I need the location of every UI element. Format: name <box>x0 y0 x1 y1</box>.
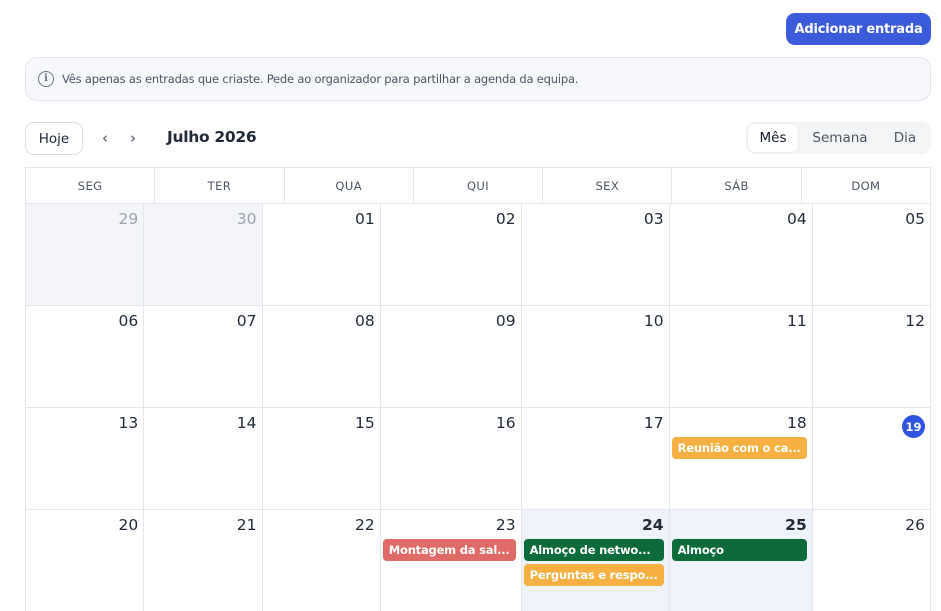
day-number: 12 <box>905 312 925 330</box>
view-month-button[interactable]: Mês <box>748 124 798 152</box>
day-cell[interactable]: 24 Almoço de netwo... Perguntas e respo... <box>521 510 670 611</box>
day-cell[interactable]: 17 <box>521 408 670 510</box>
day-cell[interactable]: 10 <box>521 306 670 408</box>
day-cell[interactable]: 20 <box>26 510 145 611</box>
weekday-label: DOM <box>801 168 931 204</box>
day-cell[interactable]: 15 <box>262 408 381 510</box>
day-number: 18 <box>787 414 807 432</box>
day-cell[interactable]: 11 <box>669 306 813 408</box>
day-number: 20 <box>118 516 139 534</box>
day-cell[interactable]: 19 <box>812 408 931 510</box>
day-cell[interactable]: 08 <box>262 306 381 408</box>
day-cell[interactable]: 23 Montagem da sal... <box>381 510 522 611</box>
day-number: 06 <box>118 312 139 330</box>
day-number: 14 <box>236 414 257 432</box>
day-number: 22 <box>355 516 375 534</box>
calendar-event[interactable]: Perguntas e respo... <box>523 564 664 586</box>
day-number: 10 <box>643 312 664 330</box>
calendar-event[interactable]: Montagem da sal... <box>382 539 516 561</box>
weekday-label: SEG <box>26 168 156 204</box>
weekday-label: SEX <box>543 168 673 204</box>
calendar-event[interactable]: Almoço <box>671 539 807 561</box>
weekday-label: SÁB <box>672 168 802 204</box>
day-cell[interactable]: 30 <box>144 204 263 306</box>
day-number: 08 <box>355 312 375 330</box>
info-banner: i Vês apenas as entradas que criaste. Pe… <box>25 57 931 101</box>
day-cell[interactable]: 04 <box>669 204 813 306</box>
day-number: 25 <box>785 516 807 534</box>
day-cell[interactable]: 18 Reunião com o ca... <box>669 408 813 510</box>
add-entry-button[interactable]: Adicionar entrada <box>786 13 931 45</box>
chevron-right-icon[interactable]: › <box>124 127 142 149</box>
calendar-event[interactable]: Almoço de netwo... <box>523 539 664 561</box>
day-number: 03 <box>643 210 664 228</box>
day-number: 21 <box>236 516 257 534</box>
info-banner-text: Vês apenas as entradas que criaste. Pede… <box>62 72 579 86</box>
day-number: 11 <box>787 312 807 330</box>
calendar-month-grid: SEG TER QUA QUI SEX SÁB DOM 29 30 01 02 03 04 05 06 07… <box>25 167 931 611</box>
day-cell[interactable]: 01 <box>262 204 381 306</box>
day-number: 30 <box>236 210 257 228</box>
day-number: 09 <box>495 312 516 330</box>
day-number: 01 <box>355 210 375 228</box>
view-week-button[interactable]: Semana <box>798 124 882 152</box>
day-number: 02 <box>495 210 516 228</box>
month-title: Julho 2026 <box>167 128 257 146</box>
day-cell[interactable]: 29 <box>26 204 145 306</box>
today-indicator[interactable]: 19 <box>902 415 925 438</box>
day-number: 15 <box>355 414 375 432</box>
day-number: 26 <box>905 516 925 534</box>
day-cell[interactable]: 26 <box>813 510 931 611</box>
view-switcher: Mês Semana Dia <box>746 122 931 154</box>
weekday-label: QUA <box>284 168 414 204</box>
weekday-label: QUI <box>413 168 544 204</box>
day-cell[interactable]: 25 Almoço <box>669 510 813 611</box>
day-cell[interactable]: 09 <box>380 306 522 408</box>
info-icon: i <box>38 71 54 87</box>
day-number: 24 <box>642 516 664 534</box>
day-number: 29 <box>118 210 139 228</box>
view-day-button[interactable]: Dia <box>882 124 928 152</box>
day-number: 07 <box>236 312 257 330</box>
day-number: 17 <box>643 414 664 432</box>
day-cell[interactable]: 03 <box>521 204 670 306</box>
day-cell[interactable]: 12 <box>812 306 931 408</box>
calendar-days: 29 30 01 02 03 04 05 06 07 08 09 10 11 12 13 14 15 16 17 18… <box>26 204 931 611</box>
day-cell[interactable]: 21 <box>144 510 263 611</box>
day-cell[interactable]: 13 <box>26 408 145 510</box>
day-cell[interactable]: 07 <box>144 306 263 408</box>
weekday-label: TER <box>155 168 285 204</box>
day-cell[interactable]: 06 <box>26 306 145 408</box>
today-date-number: 19 <box>815 412 925 438</box>
calendar-event[interactable]: Reunião com o ca... <box>671 437 807 459</box>
day-cell[interactable]: 22 <box>263 510 381 611</box>
day-number: 23 <box>495 516 516 534</box>
day-number: 16 <box>495 414 516 432</box>
chevron-left-icon[interactable]: ‹ <box>96 127 114 149</box>
today-button[interactable]: Hoje <box>25 122 83 155</box>
day-cell[interactable]: 16 <box>380 408 522 510</box>
day-number: 05 <box>905 210 925 228</box>
day-number: 13 <box>118 414 139 432</box>
day-number: 04 <box>787 210 807 228</box>
weekday-header: SEG TER QUA QUI SEX SÁB DOM <box>26 168 931 204</box>
day-cell[interactable]: 05 <box>812 204 931 306</box>
day-cell[interactable]: 02 <box>380 204 522 306</box>
day-cell[interactable]: 14 <box>144 408 263 510</box>
